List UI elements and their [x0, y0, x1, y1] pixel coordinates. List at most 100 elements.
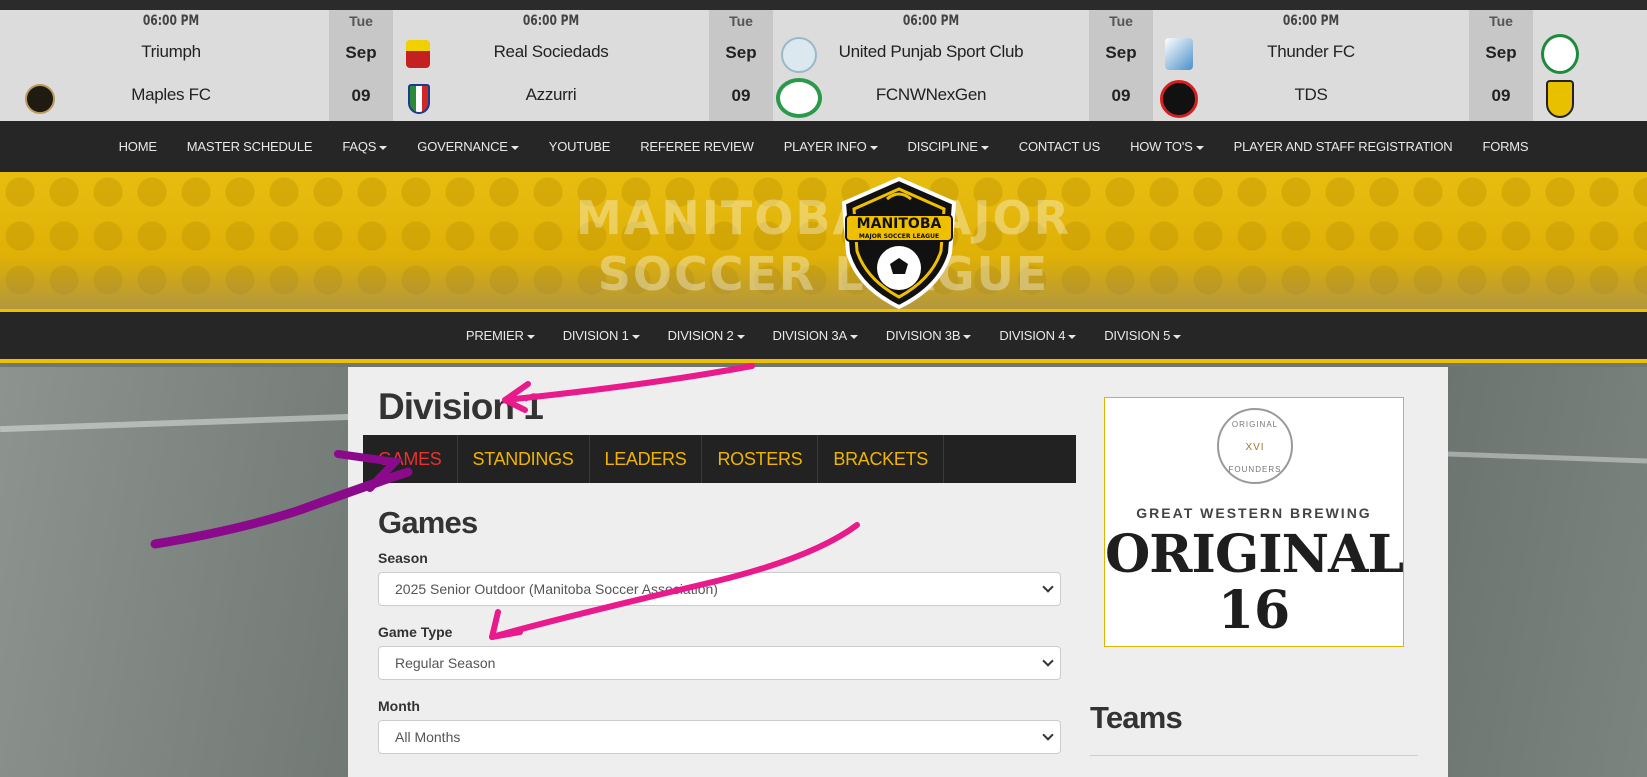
date-day: 09 — [731, 86, 751, 105]
game-time: 06:00 PM — [142, 13, 200, 29]
tab-games[interactable]: GAMES — [363, 435, 458, 483]
nav-referee-review[interactable]: REFEREE REVIEW — [625, 139, 769, 154]
sponsor-ad[interactable]: ORIGINAL XVI FOUNDERS GREAT WESTERN BREW… — [1104, 397, 1404, 647]
nav-home[interactable]: HOME — [104, 139, 172, 154]
nav-premier[interactable]: PREMIER — [452, 328, 549, 343]
logo-title: MANITOBA — [857, 216, 942, 232]
date-dow: Tue — [729, 13, 753, 29]
banner-line-1: MANITOBA MAJOR — [575, 191, 1072, 245]
teams-divider — [1090, 755, 1418, 756]
ticker-game[interactable] — [1533, 10, 1647, 121]
game-time: 06:00 PM — [902, 13, 960, 29]
chevron-down-icon — [1042, 581, 1054, 593]
season-value: 2025 Senior Outdoor (Manitoba Soccer Ass… — [395, 581, 718, 597]
ticker-date: Tue Sep 09 — [1089, 10, 1153, 121]
game-type-select[interactable]: Regular Season — [378, 646, 1061, 680]
date-month: Sep — [1105, 43, 1137, 62]
founders-badge-icon: ORIGINAL XVI FOUNDERS — [1217, 408, 1293, 484]
badge-text: FOUNDERS — [1228, 465, 1282, 474]
scores-ticker: 06:00 PM Triumph Maples FC Tue Sep 09 06… — [0, 0, 1647, 121]
ticker-strip: 06:00 PM Triumph Maples FC Tue Sep 09 06… — [0, 10, 1647, 121]
caret-down-icon — [963, 334, 972, 339]
date-month: Sep — [725, 43, 757, 62]
month-value: All Months — [395, 729, 461, 745]
nav-label: DISCIPLINE — [907, 139, 978, 154]
month-label: Month — [378, 698, 420, 714]
caret-down-icon — [736, 334, 745, 339]
nav-label: CONTACT US — [1018, 139, 1101, 154]
date-month: Sep — [1485, 43, 1517, 62]
league-logo-icon[interactable]: MANITOBA MAJOR SOCCER LEAGUE — [832, 175, 966, 309]
nav-label: GOVERNANCE — [417, 139, 508, 154]
badge-text: XVI — [1245, 442, 1265, 453]
nav-label: DIVISION 5 — [1104, 328, 1171, 343]
ticker-date: Tue Sep 09 — [329, 10, 393, 121]
nav-forms[interactable]: FORMS — [1467, 139, 1543, 154]
division-tabs: GAMES STANDINGS LEADERS ROSTERS BRACKETS — [363, 435, 1076, 483]
season-label: Season — [378, 550, 428, 566]
nav-player-staff-registration[interactable]: PLAYER AND STAFF REGISTRATION — [1219, 139, 1468, 154]
nav-label: PLAYER AND STAFF REGISTRATION — [1233, 139, 1453, 154]
nav-youtube[interactable]: YOUTUBE — [534, 139, 625, 154]
tab-leaders[interactable]: LEADERS — [590, 435, 703, 483]
caret-down-icon — [631, 334, 640, 339]
teams-title: Teams — [1090, 700, 1183, 735]
caret-down-icon — [1195, 145, 1204, 150]
page-title: Division 1 — [378, 386, 544, 427]
game-type-value: Regular Season — [395, 655, 496, 671]
caret-down-icon — [869, 145, 878, 150]
nav-label: DIVISION 1 — [562, 328, 629, 343]
nav-contact-us[interactable]: CONTACT US — [1004, 139, 1115, 154]
league-banner: MANITOBA MAJOR SOCCER LEAGUE MANITOBA MA… — [0, 172, 1647, 312]
date-day: 09 — [1491, 86, 1511, 105]
caret-down-icon — [379, 145, 388, 150]
tab-standings[interactable]: STANDINGS — [458, 435, 590, 483]
date-day: 09 — [1111, 86, 1131, 105]
nav-label: DIVISION 2 — [667, 328, 734, 343]
nav-division-5[interactable]: DIVISION 5 — [1090, 328, 1195, 343]
tab-brackets[interactable]: BRACKETS — [818, 435, 944, 483]
section-title: Games — [378, 505, 478, 540]
nav-governance[interactable]: GOVERNANCE — [402, 139, 533, 154]
nav-division-1[interactable]: DIVISION 1 — [549, 328, 654, 343]
ticker-date: Tue Sep 09 — [1469, 10, 1533, 121]
ticker-game[interactable]: 06:00 PM United Punjab Sport Club FCNWNe… — [773, 10, 1089, 121]
ad-brand: ORIGINAL — [1105, 524, 1404, 585]
date-dow: Tue — [1109, 13, 1133, 29]
nav-division-3a[interactable]: DIVISION 3A — [759, 328, 872, 343]
nav-label: MASTER SCHEDULE — [186, 139, 313, 154]
date-dow: Tue — [349, 13, 373, 29]
caret-down-icon — [1068, 334, 1077, 339]
caret-down-icon — [510, 145, 519, 150]
badge-text: ORIGINAL — [1231, 420, 1279, 429]
nav-faqs[interactable]: FAQS — [327, 139, 402, 154]
home-team: Thunder FC — [1267, 42, 1355, 61]
nav-label: HOW TO'S — [1130, 139, 1193, 154]
game-type-label: Game Type — [378, 624, 453, 640]
caret-down-icon — [849, 334, 858, 339]
ticker-game[interactable]: 06:00 PM Thunder FC TDS — [1153, 10, 1469, 121]
chevron-down-icon — [1042, 655, 1054, 667]
caret-down-icon — [1173, 334, 1182, 339]
nav-division-3b[interactable]: DIVISION 3B — [872, 328, 985, 343]
nav-division-4[interactable]: DIVISION 4 — [985, 328, 1090, 343]
nav-how-tos[interactable]: HOW TO'S — [1115, 139, 1219, 154]
nav-discipline[interactable]: DISCIPLINE — [893, 139, 1004, 154]
ticker-game[interactable]: 06:00 PM Real Sociedads Azzurri — [393, 10, 709, 121]
month-select[interactable]: All Months — [378, 720, 1061, 754]
away-team: FCNWNexGen — [875, 85, 987, 104]
ad-brand-number: 16 — [1217, 580, 1291, 641]
nav-division-2[interactable]: DIVISION 2 — [654, 328, 759, 343]
tab-rosters[interactable]: ROSTERS — [702, 435, 819, 483]
nav-player-info[interactable]: PLAYER INFO — [769, 139, 893, 154]
nav-label: YOUTUBE — [548, 139, 611, 154]
nav-label: HOME — [118, 139, 157, 154]
game-time: 06:00 PM — [522, 13, 580, 29]
ticker-game[interactable]: 06:00 PM Triumph Maples FC — [10, 10, 332, 121]
nav-label: FORMS — [1482, 139, 1529, 154]
nav-label: REFEREE REVIEW — [640, 139, 754, 154]
date-dow: Tue — [1489, 13, 1513, 29]
main-nav: HOME MASTER SCHEDULE FAQS GOVERNANCE YOU… — [0, 121, 1647, 172]
season-select[interactable]: 2025 Senior Outdoor (Manitoba Soccer Ass… — [378, 572, 1061, 606]
nav-master-schedule[interactable]: MASTER SCHEDULE — [172, 139, 328, 154]
